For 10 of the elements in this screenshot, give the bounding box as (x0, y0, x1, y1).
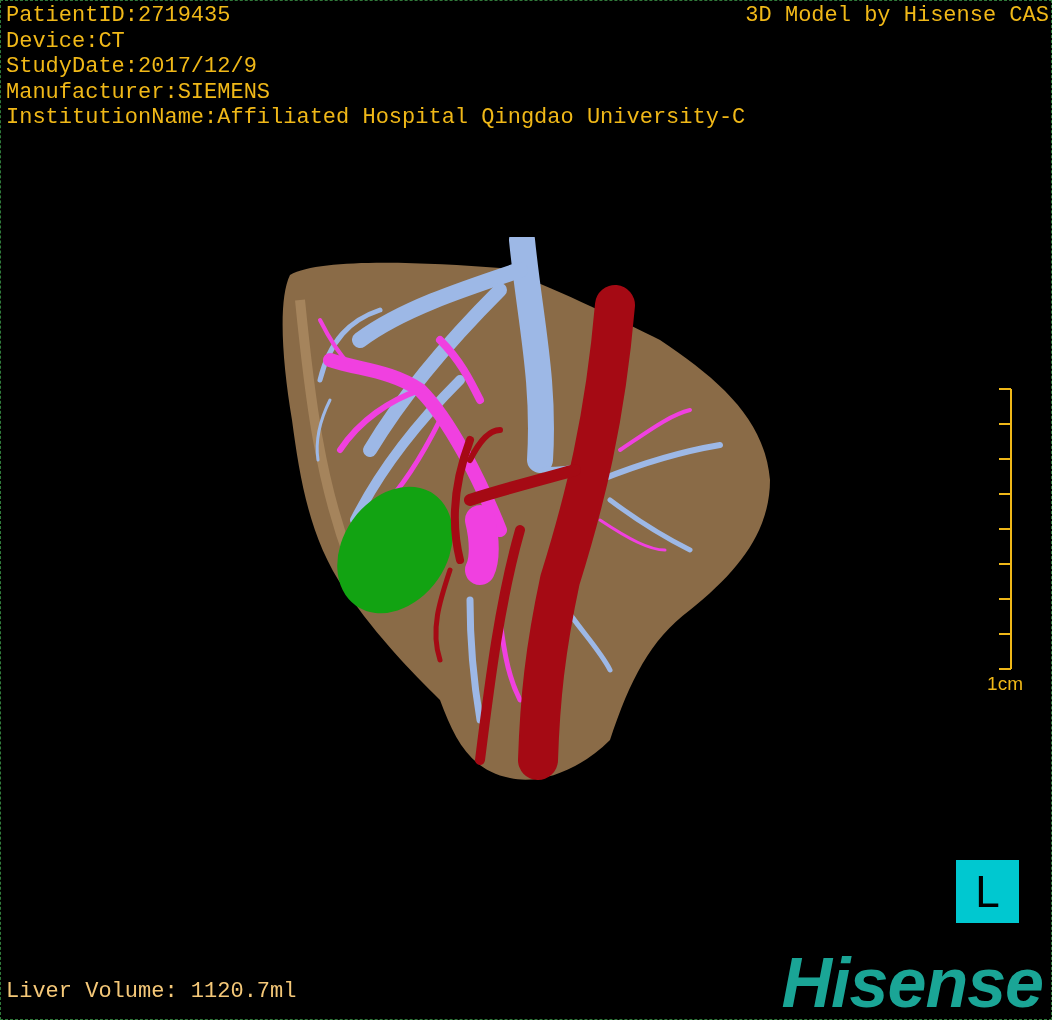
study-info-text: InstitutionName:Affiliated Hospital Qingdao University-C (6, 105, 746, 131)
study-info-text: Device:CT (6, 28, 126, 54)
liver-volume-text: Liver Volume: 1120.7ml (6, 979, 297, 1005)
logo-text: Hisense (781, 949, 1044, 1017)
scale-label: 1cm (987, 673, 1023, 695)
study-info-text: StudyDate:2017/12/9 (6, 54, 258, 80)
model-credit-text: 3D Model by Hisense CAS (745, 3, 1049, 30)
study-info-text: Manufacturer:SIEMENS (6, 79, 272, 105)
orientation-marker: L (956, 860, 1019, 923)
study-info-text: PatientID:2719435 (6, 3, 232, 29)
